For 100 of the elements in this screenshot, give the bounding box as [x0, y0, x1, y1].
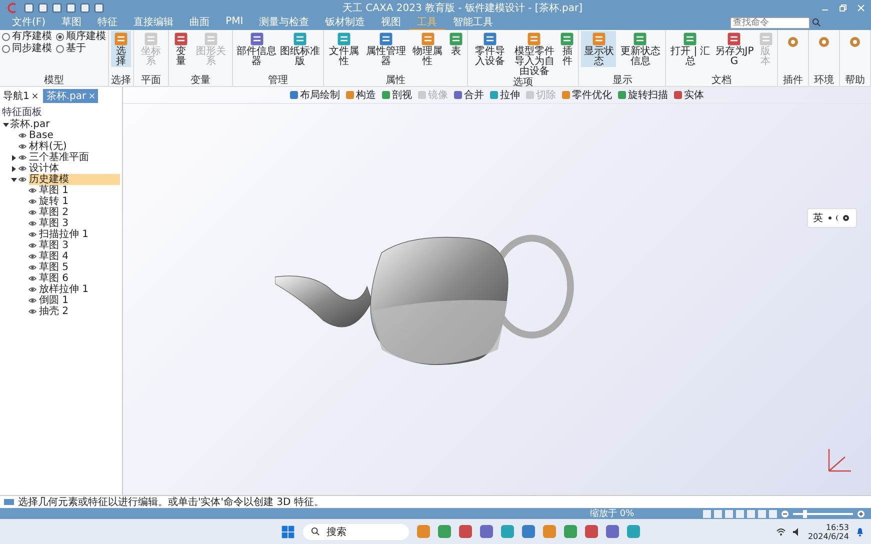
- expand-arrow-icon[interactable]: [10, 164, 18, 172]
- tree-item[interactable]: 草图 6: [39, 273, 69, 284]
- mode-radio[interactable]: 顺序建模: [56, 31, 106, 43]
- expand-arrow-icon[interactable]: [2, 120, 10, 128]
- eye-icon[interactable]: [28, 209, 37, 216]
- app-icon[interactable]: [438, 525, 452, 538]
- restore-icon[interactable]: [839, 4, 847, 12]
- start-icon[interactable]: [281, 524, 296, 538]
- tree-item[interactable]: 倒圆 1: [39, 295, 69, 306]
- tool-icon: [674, 91, 682, 99]
- tree-item[interactable]: 草图 1: [39, 185, 69, 196]
- eye-icon[interactable]: [28, 264, 37, 271]
- app-icon[interactable]: [606, 525, 620, 538]
- panel-title: 特征面板: [2, 106, 43, 118]
- search-icon[interactable]: [311, 527, 320, 536]
- status-text: 缩放于 0%: [590, 508, 634, 520]
- ribbon-button[interactable]: 变量: [170, 31, 191, 67]
- zoom-out-icon[interactable]: [781, 510, 789, 518]
- view-tool-button[interactable]: 零件优化: [560, 88, 614, 102]
- tree-item[interactable]: 茶杯.par: [10, 119, 50, 130]
- mode-radio[interactable]: 有序建模: [2, 31, 52, 43]
- ribbon-button[interactable]: 另存为JPG: [713, 31, 756, 67]
- ribbon-button[interactable]: 显示状态: [581, 31, 616, 67]
- app-icon[interactable]: [480, 525, 494, 538]
- expand-arrow-icon[interactable]: [10, 154, 18, 162]
- tree-item[interactable]: 草图 3: [39, 218, 69, 229]
- slider-thumb[interactable]: [803, 510, 807, 518]
- eye-icon[interactable]: [28, 220, 37, 227]
- view-tool-button[interactable]: 构造: [344, 88, 378, 102]
- view-tool-button[interactable]: 拉伸: [488, 88, 522, 102]
- app-icon[interactable]: [459, 525, 472, 538]
- tool-icon: [618, 91, 626, 99]
- ribbon-button[interactable]: 模型零件导入为自由设备: [511, 31, 558, 77]
- mode-radio[interactable]: 同步建模: [2, 43, 52, 55]
- zoom-in-icon[interactable]: [857, 510, 865, 518]
- ribbon-button[interactable]: 零件导入设备: [470, 31, 510, 67]
- ribbon-button[interactable]: 物理属性: [409, 31, 446, 67]
- tree-item[interactable]: 扫描拉伸 1: [39, 229, 89, 240]
- view-tool-button[interactable]: 布局绘制: [288, 88, 342, 102]
- eye-icon[interactable]: [28, 231, 37, 238]
- eye-icon[interactable]: [28, 187, 37, 194]
- mode-radio[interactable]: 基于: [56, 43, 106, 55]
- eye-icon[interactable]: [28, 308, 37, 315]
- document-tab[interactable]: 导航1: [3, 89, 30, 103]
- input-options-icon[interactable]: [827, 214, 851, 222]
- tree-item[interactable]: 三个基准平面: [29, 152, 89, 163]
- ribbon-button[interactable]: 插件: [558, 31, 576, 67]
- tree-item[interactable]: 历史建模: [29, 174, 120, 185]
- tree-item[interactable]: 设计体: [29, 163, 59, 174]
- tree-item[interactable]: 放样拉伸 1: [39, 284, 89, 295]
- view-tool-button[interactable]: 实体: [672, 88, 706, 102]
- ribbon-button[interactable]: 选择: [111, 31, 132, 67]
- app-icon[interactable]: [585, 525, 598, 538]
- eye-icon[interactable]: [28, 297, 37, 304]
- ribbon-button[interactable]: 打开 | 汇总: [668, 31, 712, 67]
- eye-icon[interactable]: [28, 253, 37, 260]
- tree-item[interactable]: Base: [29, 130, 54, 141]
- close-icon[interactable]: [32, 93, 38, 99]
- tool-icon: [490, 91, 498, 99]
- eye-icon[interactable]: [18, 165, 27, 172]
- bell-icon[interactable]: [855, 526, 865, 536]
- clock-time[interactable]: 16:53: [826, 522, 849, 532]
- tree-item[interactable]: 旋转 1: [39, 196, 69, 207]
- ribbon-button[interactable]: 图纸标准版: [278, 31, 321, 67]
- tree-item[interactable]: 草图 4: [39, 251, 69, 262]
- ribbon-button[interactable]: 更新状态信息: [617, 31, 664, 67]
- ribbon-button[interactable]: 属性管理器: [363, 31, 408, 67]
- eye-icon[interactable]: [28, 275, 37, 282]
- prompt-text: 选择几何元素或特征以进行编辑。或单击'实体'命令以创建 3D 特征。: [18, 496, 324, 509]
- eye-icon[interactable]: [18, 143, 27, 150]
- window-title: 天工 CAXA 2023 教育版 - 钣件建模设计 - [茶杯.par]: [342, 2, 584, 14]
- tree-item[interactable]: 抽壳 2: [39, 306, 69, 317]
- taskbar-search-field[interactable]: 搜索: [326, 524, 346, 538]
- eye-icon[interactable]: [28, 198, 37, 205]
- ribbon-button[interactable]: 文件属性: [326, 31, 362, 67]
- tree-item[interactable]: 草图 2: [39, 207, 69, 218]
- eye-icon[interactable]: [18, 154, 27, 161]
- view-tool-button[interactable]: 旋转扫描: [616, 88, 670, 102]
- tree-item[interactable]: 材料(无): [29, 141, 67, 152]
- expand-arrow-icon[interactable]: [10, 176, 18, 184]
- input-language-button[interactable]: 英: [813, 211, 823, 225]
- group-label: 选项: [512, 77, 534, 88]
- eye-icon[interactable]: [18, 132, 27, 139]
- group-label: 属性: [384, 75, 406, 86]
- tree-item[interactable]: 草图 3: [39, 240, 69, 251]
- app-icon[interactable]: [522, 525, 536, 538]
- eye-icon[interactable]: [18, 176, 27, 183]
- view-tool-button[interactable]: 合并: [452, 88, 486, 102]
- tool-icon: [562, 91, 570, 99]
- app-icon[interactable]: [564, 525, 578, 538]
- ribbon-button[interactable]: 部件信息器: [235, 31, 278, 67]
- wifi-icon[interactable]: [776, 526, 786, 536]
- clock-date[interactable]: 2024/6/24: [808, 532, 849, 540]
- eye-icon[interactable]: [28, 286, 37, 293]
- eye-icon[interactable]: [28, 242, 37, 249]
- tool-icon: [418, 91, 426, 99]
- tree-item[interactable]: 草图 5: [39, 262, 69, 273]
- view-tool-button[interactable]: 剖视: [380, 88, 414, 102]
- ribbon-button[interactable]: 表: [446, 31, 465, 57]
- group-label: 管理: [267, 75, 290, 86]
